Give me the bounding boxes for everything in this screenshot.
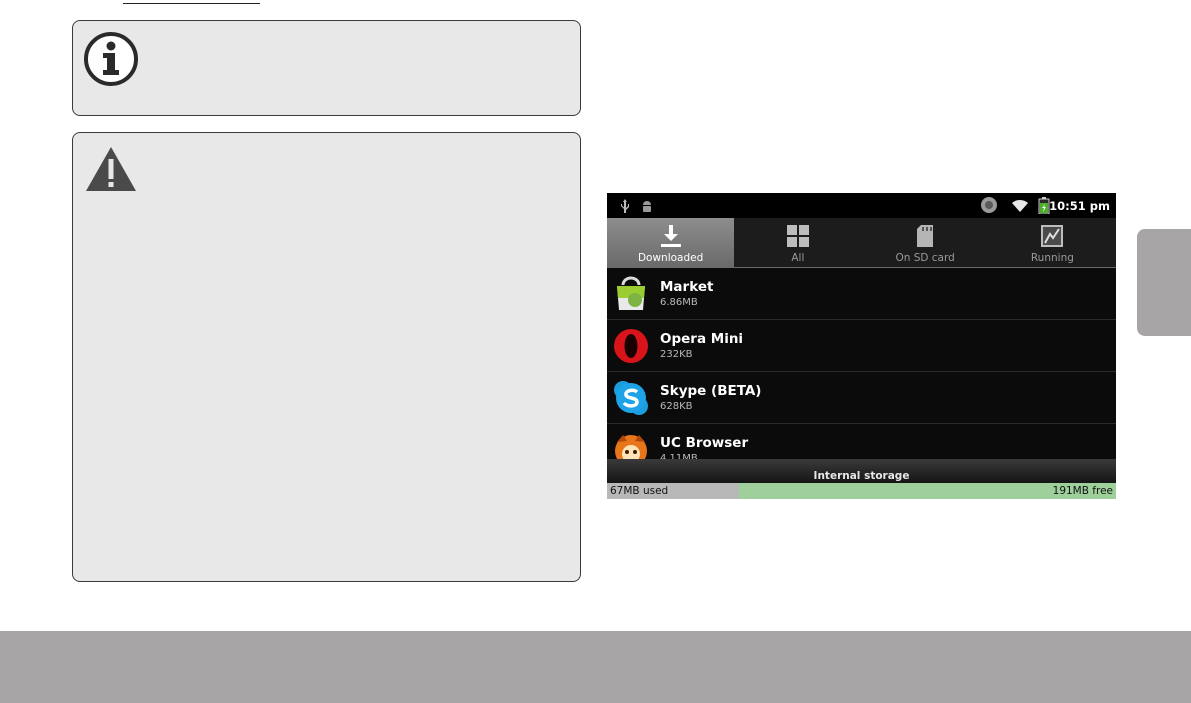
app-name: Opera Mini bbox=[660, 331, 744, 347]
app-size: 628KB bbox=[660, 401, 693, 412]
usb-icon bbox=[619, 198, 631, 217]
app-name: Skype (BETA) bbox=[660, 383, 762, 399]
tab-label: All bbox=[791, 252, 805, 264]
tab-on-sd-card[interactable]: On SD card bbox=[862, 218, 989, 267]
list-item[interactable]: Skype (BETA) 628KB bbox=[607, 372, 1116, 424]
footer-band bbox=[0, 631, 1191, 703]
section-side-tab bbox=[1137, 229, 1191, 336]
tab-label: Downloaded bbox=[637, 252, 704, 264]
storage-used-label: 67MB used bbox=[610, 485, 669, 497]
app-name: Market bbox=[660, 279, 714, 295]
text-underline-fragment bbox=[123, 0, 260, 4]
tab-downloaded[interactable]: Downloaded bbox=[607, 218, 735, 267]
tab-all[interactable]: All bbox=[734, 218, 861, 267]
info-icon bbox=[83, 31, 139, 91]
app-size: 6.86MB bbox=[660, 297, 698, 308]
running-icon bbox=[1040, 224, 1064, 251]
warning-callout bbox=[72, 132, 581, 582]
app-name: UC Browser bbox=[660, 435, 749, 451]
list-item[interactable]: Opera Mini 232KB bbox=[607, 320, 1116, 372]
opera-icon bbox=[613, 328, 649, 364]
list-item[interactable]: Market 6.86MB bbox=[607, 268, 1116, 320]
status-time: 10:51 pm bbox=[1049, 199, 1110, 213]
gps-icon bbox=[980, 196, 998, 218]
skype-icon bbox=[613, 380, 649, 416]
storage-title: Internal storage bbox=[813, 470, 910, 482]
android-screenshot: 10:51 pm Downloaded All On SD card Runni… bbox=[607, 193, 1116, 499]
storage-free-label: 191MB free bbox=[1052, 485, 1113, 497]
market-icon bbox=[613, 276, 649, 312]
storage-usage-bar: 67MB used 191MB free bbox=[607, 483, 1116, 499]
wifi-icon bbox=[1011, 198, 1029, 217]
warning-icon bbox=[83, 143, 139, 197]
app-list: Market 6.86MB Opera Mini 232KB Skype (BE… bbox=[607, 268, 1116, 476]
info-callout bbox=[72, 20, 581, 116]
status-bar: 10:51 pm bbox=[607, 193, 1116, 218]
tab-label: Running bbox=[1030, 252, 1074, 264]
tab-running[interactable]: Running bbox=[989, 218, 1116, 267]
tab-label: On SD card bbox=[895, 252, 955, 264]
app-filter-tabs: Downloaded All On SD card Running bbox=[607, 218, 1116, 268]
download-icon bbox=[659, 224, 683, 251]
android-debug-icon bbox=[641, 198, 653, 217]
app-size: 232KB bbox=[660, 349, 693, 360]
grid-icon bbox=[786, 224, 810, 251]
sd-card-icon bbox=[916, 224, 934, 251]
